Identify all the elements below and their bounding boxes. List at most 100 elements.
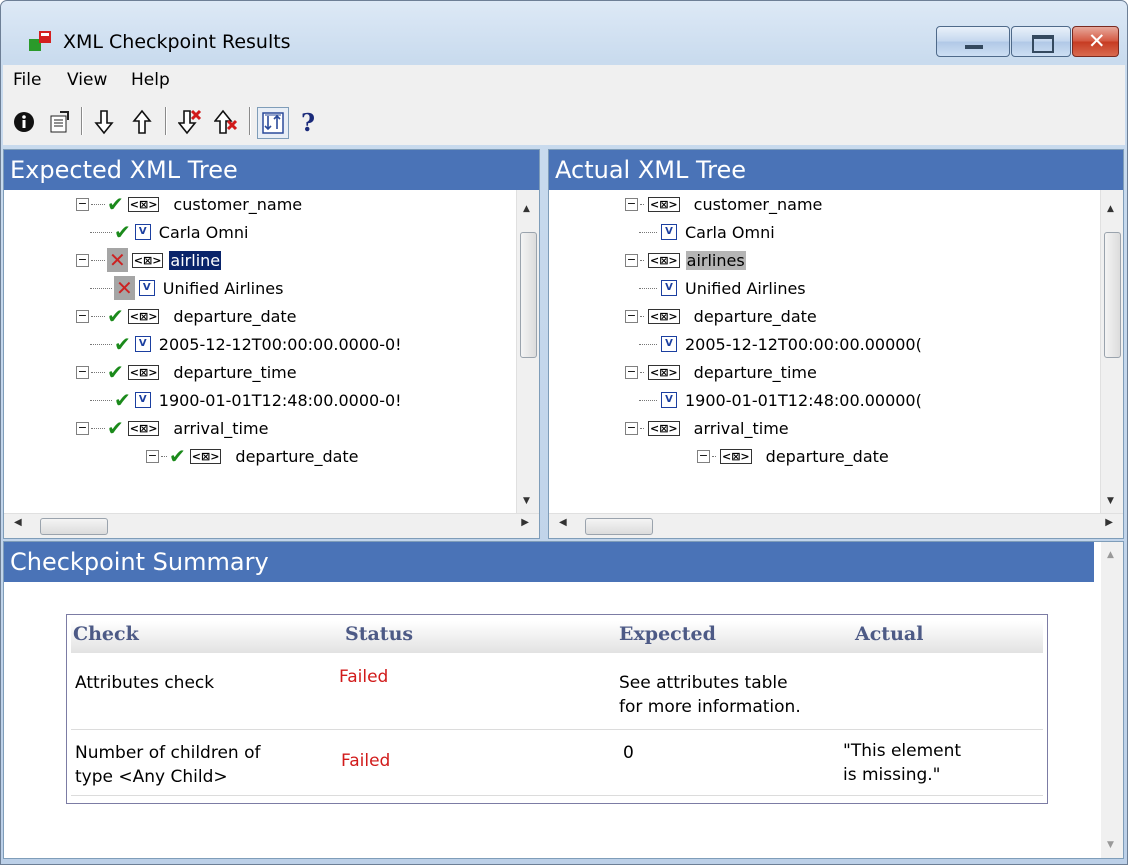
element-icon: <⊠> bbox=[648, 196, 680, 212]
toolbar-separator bbox=[165, 107, 167, 135]
tree-node[interactable]: − <⊠> airlines bbox=[625, 246, 746, 274]
close-icon: ✕ bbox=[1088, 29, 1106, 53]
column-header-expected: Expected bbox=[619, 623, 716, 645]
next-failed-icon[interactable] bbox=[175, 107, 205, 137]
close-button[interactable]: ✕ bbox=[1072, 26, 1119, 57]
tree-node[interactable]: ✔ V 1900-01-01T12:48:00.0000-0! bbox=[90, 386, 402, 414]
sync-trees-icon[interactable] bbox=[257, 107, 289, 139]
help-icon[interactable]: ? bbox=[293, 107, 323, 137]
tree-node[interactable]: ✔ V Carla Omni bbox=[90, 218, 248, 246]
maximize-button[interactable] bbox=[1011, 26, 1071, 57]
previous-check-icon[interactable] bbox=[127, 107, 157, 137]
expected-pane-header: Expected XML Tree bbox=[4, 150, 539, 190]
scroll-thumb[interactable] bbox=[1104, 232, 1121, 358]
value-icon: V bbox=[134, 336, 151, 352]
vertical-scrollbar[interactable]: ▲ ▼ bbox=[1100, 190, 1123, 514]
column-header-check: Check bbox=[73, 623, 139, 645]
check-icon: ✔ bbox=[107, 360, 124, 384]
collapse-icon[interactable]: − bbox=[625, 421, 638, 435]
collapse-icon[interactable]: − bbox=[76, 421, 89, 435]
scroll-down-icon[interactable]: ▼ bbox=[1107, 496, 1114, 506]
value-icon: V bbox=[661, 224, 677, 240]
tree-node[interactable]: ✕ V Unified Airlines bbox=[90, 274, 283, 302]
check-icon: ✔ bbox=[107, 192, 124, 216]
value-icon: V bbox=[661, 392, 677, 408]
collapse-icon[interactable]: − bbox=[625, 197, 638, 211]
tree-node[interactable]: V 2005-12-12T00:00:00.00000( bbox=[639, 330, 922, 358]
horizontal-scrollbar[interactable]: ◀ ▶ bbox=[549, 513, 1123, 538]
previous-failed-icon[interactable] bbox=[211, 107, 241, 137]
tree-node[interactable]: − ✔ <⊠> customer_name bbox=[76, 190, 302, 218]
tree-node[interactable]: − <⊠> departure_date bbox=[697, 442, 889, 470]
scroll-thumb[interactable] bbox=[40, 518, 108, 535]
element-icon: <⊠> bbox=[127, 364, 160, 380]
scroll-thumb[interactable] bbox=[520, 232, 537, 358]
scroll-down-icon[interactable]: ▼ bbox=[523, 496, 530, 506]
scroll-left-icon[interactable]: ◀ bbox=[559, 517, 567, 528]
check-icon: ✔ bbox=[114, 332, 131, 356]
tree-node[interactable]: − <⊠> customer_name bbox=[625, 190, 822, 218]
expected-tree[interactable]: − ✔ <⊠> customer_name ✔ V Carla Omni − ✕ <⊠> air… bbox=[4, 190, 517, 514]
scroll-up-icon[interactable]: ▲ bbox=[523, 204, 530, 214]
minimize-button[interactable] bbox=[936, 26, 1010, 57]
collapse-icon[interactable]: − bbox=[625, 253, 638, 267]
value-icon: V bbox=[661, 336, 677, 352]
collapse-icon[interactable]: − bbox=[625, 309, 638, 323]
tree-node[interactable]: − <⊠> arrival_time bbox=[625, 414, 789, 442]
collapse-icon[interactable]: − bbox=[76, 253, 89, 267]
next-check-icon[interactable] bbox=[89, 107, 119, 137]
horizontal-scrollbar[interactable]: ◀ ▶ bbox=[4, 513, 539, 538]
tree-node[interactable]: V Unified Airlines bbox=[639, 274, 806, 302]
tree-node[interactable]: ✔ V 2005-12-12T00:00:00.0000-0! bbox=[90, 330, 402, 358]
tree-node[interactable]: − <⊠> departure_date bbox=[625, 302, 817, 330]
scroll-right-icon[interactable]: ▶ bbox=[521, 517, 529, 528]
menu-view[interactable]: View bbox=[67, 70, 107, 90]
collapse-icon[interactable]: − bbox=[697, 449, 710, 463]
scroll-right-icon[interactable]: ▶ bbox=[1105, 517, 1113, 528]
element-icon: <⊠> bbox=[127, 196, 160, 212]
menu-help[interactable]: Help bbox=[131, 70, 170, 90]
actual-pane-header: Actual XML Tree bbox=[549, 150, 1123, 190]
element-icon: <⊠> bbox=[189, 448, 222, 464]
scroll-left-icon[interactable]: ◀ bbox=[14, 517, 22, 528]
actual-tree[interactable]: − <⊠> customer_name V Carla Omni − <⊠> airlin… bbox=[549, 190, 1101, 514]
tree-node[interactable]: V 1900-01-01T12:48:00.00000( bbox=[639, 386, 922, 414]
actual-xml-tree-pane: Actual XML Tree − <⊠> customer_name V Carla… bbox=[548, 149, 1124, 539]
tree-node[interactable]: − ✔ <⊠> arrival_time bbox=[76, 414, 268, 442]
collapse-icon[interactable]: − bbox=[76, 365, 89, 379]
tree-node[interactable]: − ✔ <⊠> departure_time bbox=[76, 358, 297, 386]
vertical-scrollbar[interactable]: ▲ ▼ bbox=[516, 190, 539, 514]
value-icon: V bbox=[661, 280, 677, 296]
element-icon: <⊠> bbox=[127, 308, 160, 324]
collapse-icon[interactable]: − bbox=[146, 449, 159, 463]
scroll-thumb[interactable] bbox=[585, 518, 653, 535]
collapse-icon[interactable]: − bbox=[76, 197, 89, 211]
properties-icon[interactable] bbox=[45, 107, 75, 137]
scroll-up-icon[interactable]: ▲ bbox=[1107, 550, 1114, 560]
element-icon: <⊠> bbox=[131, 252, 164, 268]
row-2-actual-line-1: "This element bbox=[843, 741, 962, 761]
collapse-icon[interactable]: − bbox=[76, 309, 89, 323]
value-icon: V bbox=[134, 392, 151, 408]
row-2-check-line-2: type <Any Child> bbox=[75, 767, 228, 787]
vertical-scrollbar[interactable]: ▲ ▼ bbox=[1101, 542, 1123, 858]
collapse-icon[interactable]: − bbox=[625, 365, 638, 379]
scroll-down-icon[interactable]: ▼ bbox=[1107, 840, 1114, 850]
menu-file[interactable]: File bbox=[13, 70, 41, 90]
tree-node[interactable]: − ✕ <⊠> airline bbox=[76, 246, 222, 274]
tree-node[interactable]: − ✔ <⊠> departure_date bbox=[76, 302, 297, 330]
summary-header: Checkpoint Summary bbox=[4, 542, 1094, 582]
row-1-expected-line-1: See attributes table bbox=[619, 673, 788, 693]
check-icon: ✔ bbox=[107, 416, 124, 440]
title-bar[interactable]: XML Checkpoint Results ✕ bbox=[1, 1, 1127, 61]
checkpoint-summary-table: Check Status Expected Actual Attributes … bbox=[66, 614, 1048, 804]
tree-node[interactable]: − <⊠> departure_time bbox=[625, 358, 817, 386]
scroll-up-icon[interactable]: ▲ bbox=[1107, 204, 1114, 214]
checkpoint-summary-pane: Checkpoint Summary ▲ ▼ Check Status Expe… bbox=[3, 541, 1124, 859]
fail-icon: ✕ bbox=[107, 248, 128, 272]
info-icon[interactable] bbox=[9, 107, 39, 137]
tree-node[interactable]: − ✔ <⊠> departure_date bbox=[146, 442, 359, 470]
maximize-icon bbox=[1032, 35, 1054, 53]
tree-node[interactable]: V Carla Omni bbox=[639, 218, 775, 246]
check-icon: ✔ bbox=[107, 304, 124, 328]
